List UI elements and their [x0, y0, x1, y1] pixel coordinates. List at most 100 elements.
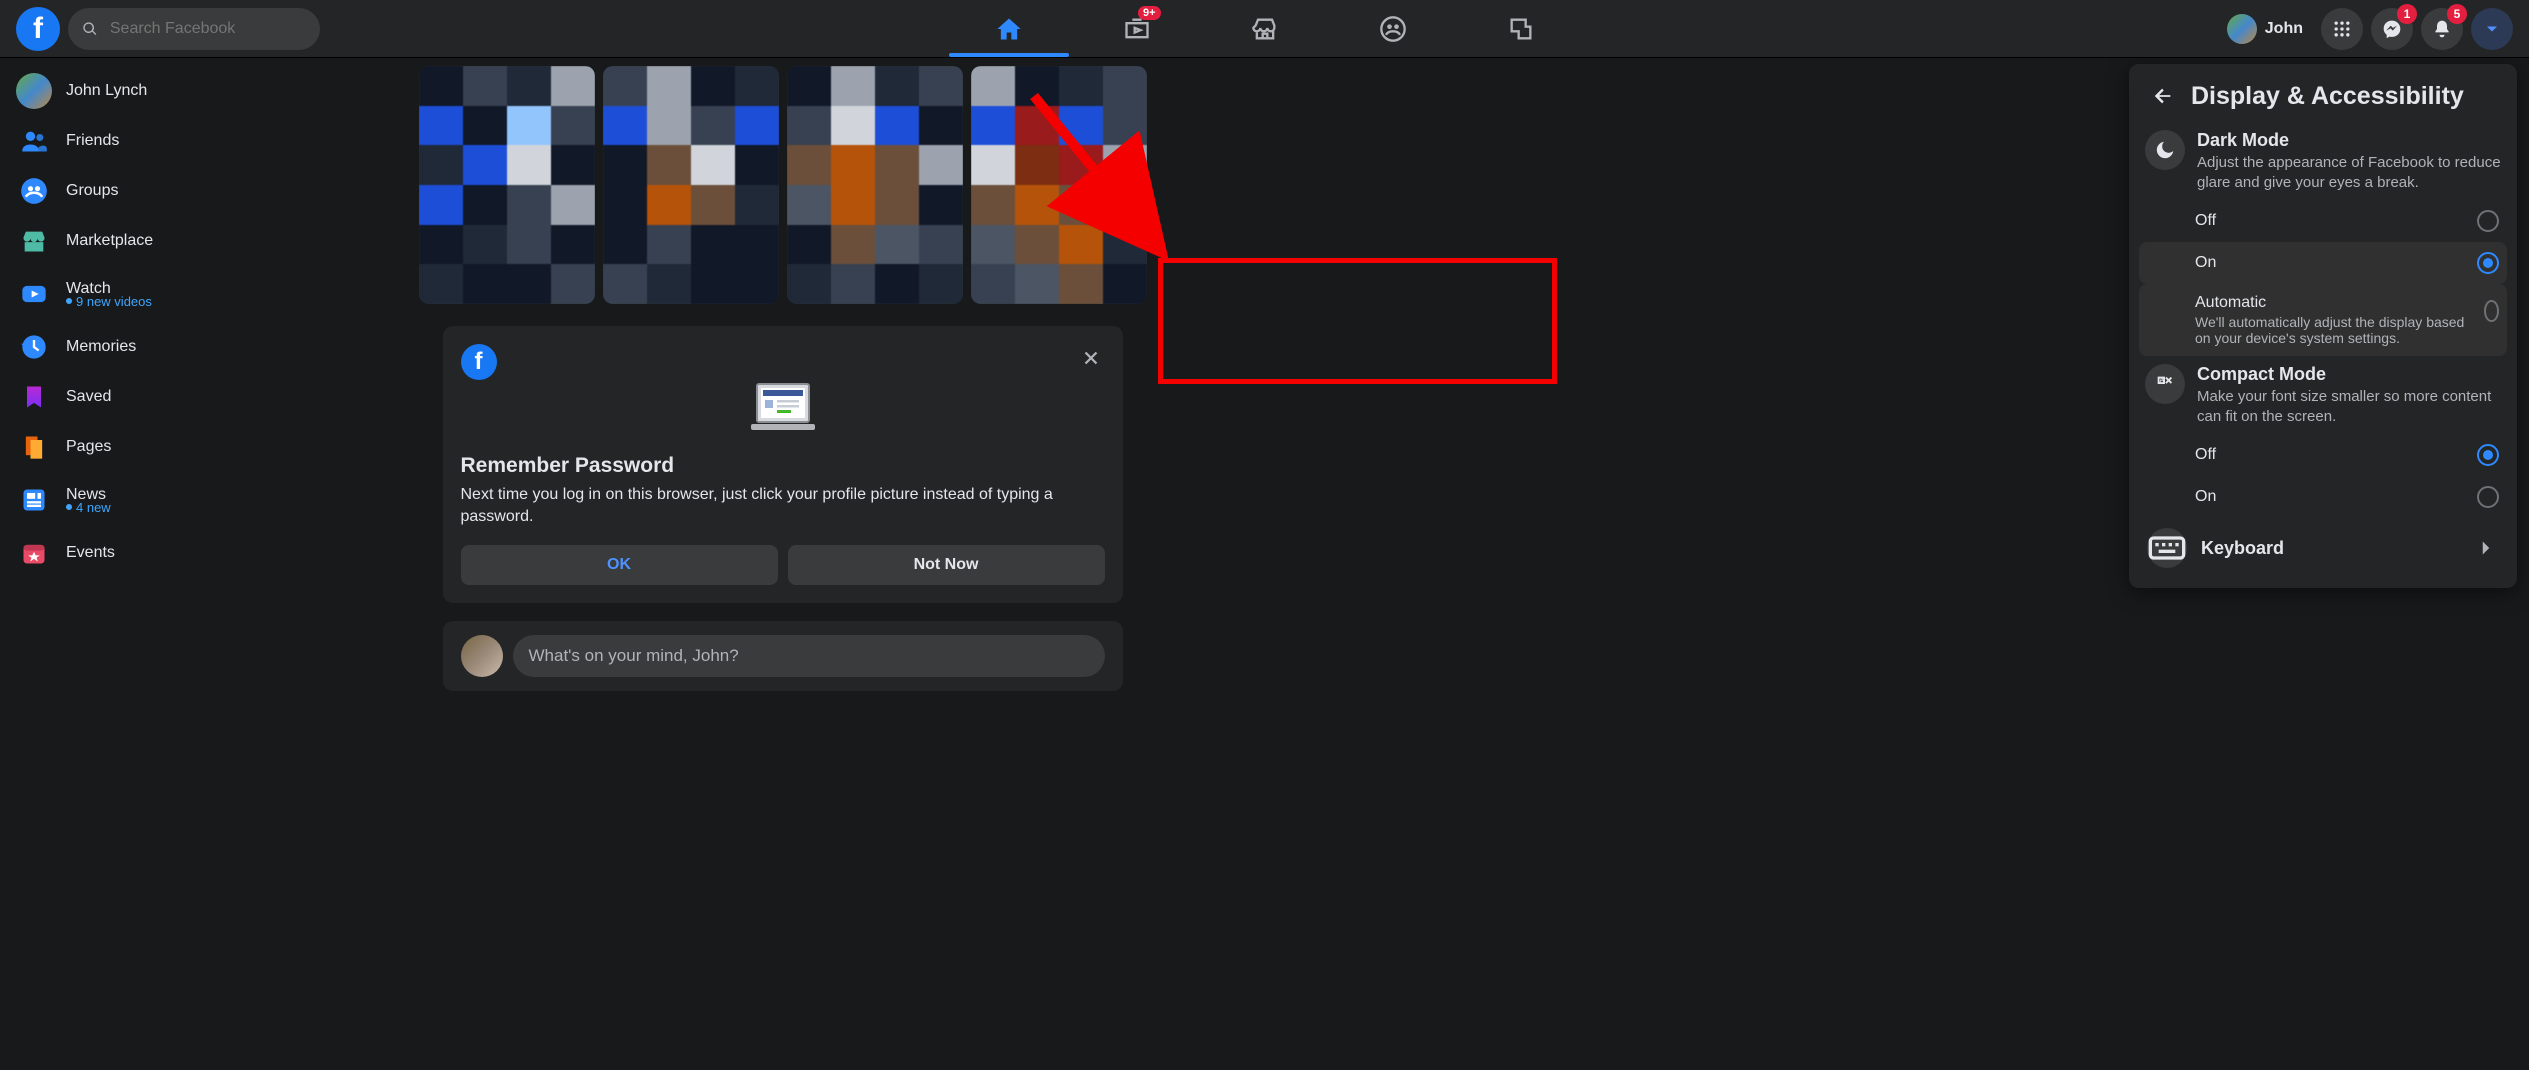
profile-name: John — [2265, 20, 2303, 38]
pages-icon — [16, 429, 52, 465]
dark-mode-on-option[interactable]: On — [2139, 242, 2507, 284]
composer-input[interactable]: What's on your mind, John? — [513, 635, 1105, 677]
not-now-button[interactable]: Not Now — [788, 545, 1105, 585]
card-title: Remember Password — [461, 454, 1105, 478]
svg-text:A: A — [2160, 377, 2165, 384]
sidebar-item-label: Saved — [66, 388, 111, 406]
compact-off-option[interactable]: Off — [2139, 434, 2507, 476]
compact-title: Compact Mode — [2197, 364, 2501, 385]
saved-icon — [16, 379, 52, 415]
keyboard-label: Keyboard — [2201, 538, 2284, 559]
sidebar-item-label: Memories — [66, 338, 136, 356]
sidebar-item-friends[interactable]: Friends — [8, 116, 342, 166]
search-input[interactable] — [108, 19, 306, 39]
chevron-right-icon — [2473, 535, 2499, 561]
messenger-button[interactable]: 1 — [2371, 8, 2413, 50]
left-sidebar: John Lynch Friends Groups Marketplace Wa… — [0, 58, 350, 1070]
avatar — [2227, 14, 2257, 44]
arrow-left-icon — [2152, 85, 2174, 107]
sidebar-item-label: Friends — [66, 132, 119, 150]
option-sublabel: We'll automatically adjust the display b… — [2195, 314, 2474, 346]
dark-mode-section: Dark Mode Adjust the appearance of Faceb… — [2139, 122, 2507, 200]
keyboard-row[interactable]: Keyboard — [2139, 518, 2507, 578]
sidebar-item-events[interactable]: Events — [8, 528, 342, 578]
option-label: Automatic — [2195, 294, 2266, 311]
avatar[interactable] — [461, 635, 503, 677]
home-icon — [995, 15, 1023, 43]
dark-mode-auto-option[interactable]: Automatic We'll automatically adjust the… — [2139, 284, 2507, 356]
remember-password-card: f Remember Password Next time you log in… — [443, 326, 1123, 603]
gaming-icon — [1507, 15, 1535, 43]
composer: What's on your mind, John? — [443, 621, 1123, 691]
sidebar-item-pages[interactable]: Pages — [8, 422, 342, 472]
profile-pill[interactable]: John — [2225, 12, 2313, 46]
avatar — [16, 73, 52, 109]
search-box[interactable] — [68, 8, 320, 50]
sidebar-item-sublabel: 9 new videos — [66, 294, 152, 309]
caret-down-icon — [2482, 19, 2502, 39]
center-tabs: 9+ — [945, 0, 1585, 57]
marketplace-icon — [1251, 15, 1279, 43]
menu-button[interactable] — [2321, 8, 2363, 50]
story-card[interactable] — [419, 66, 595, 304]
close-icon — [1080, 347, 1102, 369]
radio-icon — [2477, 486, 2499, 508]
compact-mode-section: A Compact Mode Make your font size small… — [2139, 356, 2507, 434]
dark-mode-off-option[interactable]: Off — [2139, 200, 2507, 242]
option-label: Off — [2195, 446, 2216, 464]
notifications-badge: 5 — [2447, 4, 2467, 24]
device-illustration-icon — [751, 380, 815, 436]
sidebar-item-memories[interactable]: Memories — [8, 322, 342, 372]
friends-icon — [16, 123, 52, 159]
sidebar-item-groups[interactable]: Groups — [8, 166, 342, 216]
tab-gaming[interactable] — [1457, 0, 1585, 57]
groups-icon — [1379, 15, 1407, 43]
sidebar-item-label: John Lynch — [66, 82, 147, 100]
option-label: On — [2195, 488, 2216, 506]
compact-icon: A — [2145, 364, 2185, 404]
groups-icon — [16, 173, 52, 209]
story-card[interactable] — [603, 66, 779, 304]
tab-marketplace[interactable] — [1201, 0, 1329, 57]
news-icon — [16, 482, 52, 518]
option-label: Off — [2195, 212, 2216, 230]
tab-home[interactable] — [945, 0, 1073, 57]
sidebar-item-saved[interactable]: Saved — [8, 372, 342, 422]
sidebar-item-label: Events — [66, 544, 115, 562]
dark-mode-desc: Adjust the appearance of Facebook to red… — [2197, 153, 2501, 192]
story-card[interactable] — [787, 66, 963, 304]
close-button[interactable] — [1073, 340, 1109, 376]
tab-groups[interactable] — [1329, 0, 1457, 57]
back-button[interactable] — [2145, 78, 2181, 114]
notifications-button[interactable]: 5 — [2421, 8, 2463, 50]
tab-watch[interactable]: 9+ — [1073, 0, 1201, 57]
account-button[interactable] — [2471, 8, 2513, 50]
events-icon — [16, 535, 52, 571]
compact-desc: Make your font size smaller so more cont… — [2197, 387, 2501, 426]
marketplace-icon — [16, 223, 52, 259]
ok-button[interactable]: OK — [461, 545, 778, 585]
grid-icon — [2332, 19, 2352, 39]
compact-on-option[interactable]: On — [2139, 476, 2507, 518]
radio-icon — [2477, 252, 2499, 274]
messenger-icon — [2382, 19, 2402, 39]
watch-badge: 9+ — [1138, 6, 1161, 20]
sidebar-item-marketplace[interactable]: Marketplace — [8, 216, 342, 266]
sidebar-item-label: Marketplace — [66, 232, 153, 250]
sidebar-item-label: Pages — [66, 438, 111, 456]
display-accessibility-panel: Display & Accessibility Dark Mode Adjust… — [2129, 64, 2517, 588]
sidebar-item-profile[interactable]: John Lynch — [8, 66, 342, 116]
radio-icon — [2484, 300, 2499, 322]
messenger-badge: 1 — [2397, 4, 2417, 24]
sidebar-item-label: Groups — [66, 182, 118, 200]
watch-icon — [16, 276, 52, 312]
panel-title: Display & Accessibility — [2191, 82, 2464, 111]
story-card[interactable] — [971, 66, 1147, 304]
keyboard-icon — [2147, 528, 2187, 568]
card-body: Next time you log in on this browser, ju… — [461, 484, 1105, 527]
radio-icon — [2477, 444, 2499, 466]
sidebar-item-watch[interactable]: Watch 9 new videos — [8, 266, 342, 322]
stories-row — [419, 66, 1147, 304]
facebook-logo[interactable]: f — [16, 7, 60, 51]
sidebar-item-news[interactable]: News 4 new — [8, 472, 342, 528]
